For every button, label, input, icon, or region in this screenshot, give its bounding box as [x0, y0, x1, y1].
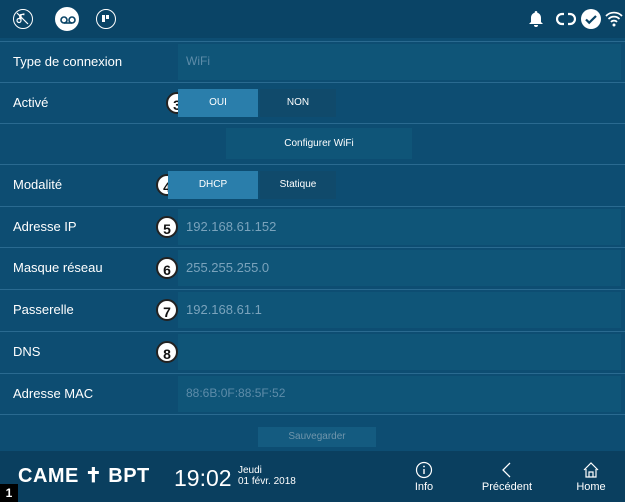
row-netmask: Masque réseau 255.255.255.0 6 [0, 247, 625, 288]
home-icon [583, 462, 599, 478]
info-label: Info [414, 481, 434, 493]
mac-address-value: 88:6B:0F:88:5F:52 [186, 386, 286, 400]
clock-time: 19:02 [174, 465, 232, 491]
info-button[interactable]: Info [394, 461, 454, 493]
row-ip-address: Adresse IP 192.168.61.152 5 [0, 206, 625, 247]
callout-badge: 7 [156, 299, 178, 321]
home-button[interactable]: Home [561, 461, 621, 493]
mute-icon[interactable] [13, 9, 33, 29]
row-gateway: Passerelle 192.168.61.1 7 [0, 289, 625, 330]
enabled-label: Activé [13, 95, 49, 110]
row-connection-type: Type de connexion WiFi [0, 41, 625, 82]
voicemail-icon[interactable] [55, 7, 79, 31]
screen: Type de connexion WiFi Activé 3 OUI NON … [0, 0, 625, 502]
do-not-disturb-icon[interactable] [96, 9, 116, 29]
dns-label: DNS [13, 344, 41, 359]
save-button[interactable]: Sauvegarder [258, 427, 376, 447]
mode-dhcp-button[interactable]: DHCP [168, 171, 258, 199]
check-icon [581, 9, 601, 29]
gateway-input[interactable]: 192.168.61.1 [178, 292, 621, 328]
connection-type-label: Type de connexion [13, 54, 123, 69]
back-label: Précédent [481, 481, 533, 493]
home-label: Home [576, 481, 606, 493]
link-icon [555, 11, 577, 32]
row-configure-wifi: Configurer WiFi [0, 123, 625, 164]
callout-badge: 5 [156, 216, 178, 238]
mode-static-button[interactable]: Statique [260, 171, 336, 199]
gateway-label: Passerelle [13, 302, 74, 317]
clock-date: Jeudi 01 févr. 2018 [238, 465, 296, 487]
netmask-input[interactable]: 255.255.255.0 [178, 250, 621, 286]
callout-badge: 8 [156, 341, 178, 363]
enabled-yes-button[interactable]: OUI [178, 89, 258, 117]
mode-label: Modalité [13, 177, 63, 192]
ip-address-input[interactable]: 192.168.61.152 [178, 209, 621, 245]
info-icon [415, 461, 433, 479]
row-save: Sauvegarder [0, 414, 625, 451]
mac-address-label: Adresse MAC [13, 386, 94, 401]
bottom-bar: CAME ✝ BPT 19:02 Jeudi 01 févr. 2018 Inf… [0, 451, 625, 502]
back-button[interactable]: Précédent [477, 461, 537, 493]
ip-address-value: 192.168.61.152 [186, 219, 277, 234]
row-enabled: Activé 3 OUI NON [0, 82, 625, 123]
row-mac-address: Adresse MAC 88:6B:0F:88:5F:52 [0, 373, 625, 414]
enabled-no-button[interactable]: NON [260, 89, 336, 117]
row-dns: DNS 8 [0, 331, 625, 372]
brand-logo: CAME ✝ BPT [18, 465, 150, 487]
back-icon [502, 462, 511, 478]
bell-icon [528, 10, 544, 33]
configure-wifi-button[interactable]: Configurer WiFi [226, 128, 412, 159]
status-bar [0, 0, 625, 38]
connection-type-value: WiFi [186, 54, 210, 68]
gateway-value: 192.168.61.1 [186, 302, 262, 317]
netmask-label: Masque réseau [13, 260, 103, 275]
connection-type-field[interactable]: WiFi [178, 44, 621, 80]
dns-input[interactable] [178, 334, 621, 370]
row-mode: Modalité 4 DHCP Statique [0, 164, 625, 205]
netmask-value: 255.255.255.0 [186, 260, 270, 275]
corner-marker: 1 [0, 484, 18, 502]
clock-full-date: 01 févr. 2018 [238, 476, 296, 487]
wifi-icon [605, 10, 623, 33]
clock-day: Jeudi [238, 465, 262, 476]
ip-address-label: Adresse IP [13, 219, 77, 234]
callout-badge: 6 [156, 257, 178, 279]
mac-address-field: 88:6B:0F:88:5F:52 [178, 376, 621, 412]
